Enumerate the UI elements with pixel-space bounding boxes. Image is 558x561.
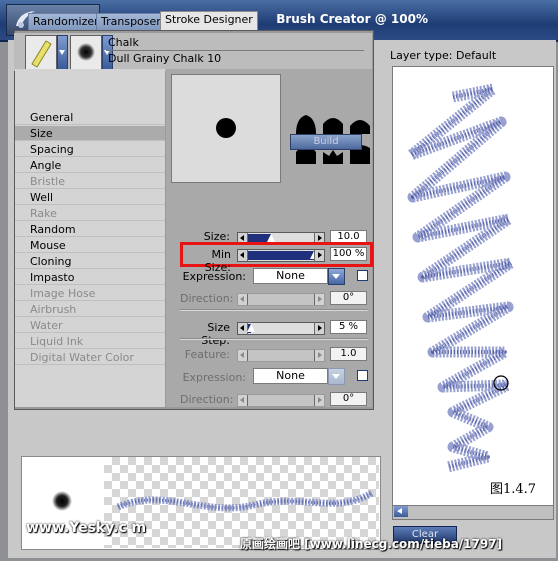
dab-item-liquid-ink[interactable]: Liquid Ink (15, 334, 165, 349)
size-step-label: Size Step: (201, 321, 230, 347)
size-step-slider[interactable] (237, 322, 325, 335)
dab-item-well[interactable]: Well (15, 190, 165, 205)
dab-item-impasto[interactable]: Impasto (15, 270, 165, 285)
direction-label: Direction: (180, 292, 234, 305)
slider-left-arrow-icon (238, 350, 248, 361)
dab-item-spacing[interactable]: Spacing (15, 142, 165, 157)
dab-item-angle[interactable]: Angle (15, 158, 165, 173)
feature-expression-label: Expression: (182, 371, 246, 384)
brush-category-dropdown[interactable] (57, 35, 68, 70)
watermark-left: www.Yesky.c m (26, 520, 147, 536)
slider-right-arrow-icon (314, 294, 324, 305)
feature-direction-value[interactable]: 0° (330, 392, 367, 406)
slider-left-arrow-icon (238, 294, 248, 305)
dab-item-image-hose[interactable]: Image Hose (15, 286, 165, 301)
dab-preview (171, 74, 281, 183)
dab-item-size[interactable]: Size (15, 126, 165, 141)
dab-dot (216, 118, 236, 138)
size-slider-thumb (267, 234, 275, 242)
dab-item-rake[interactable]: Rake (15, 206, 165, 221)
direction-value[interactable]: 0° (330, 291, 367, 305)
dab-shape-rounded (296, 115, 316, 134)
brush-category-button[interactable] (25, 35, 57, 70)
divider (180, 309, 368, 311)
dab-shape-dome (350, 120, 370, 134)
expression-invert-checkbox[interactable] (357, 270, 368, 281)
divider (106, 50, 364, 51)
layer-type-label: Layer type: Default (390, 49, 497, 62)
feature-expression-invert-checkbox[interactable] (357, 370, 368, 381)
feature-value[interactable]: 1.0 (330, 347, 367, 361)
feature-slider[interactable] (237, 349, 325, 362)
scroll-left-arrow-icon[interactable] (394, 506, 408, 517)
slider-left-arrow-icon (238, 250, 248, 261)
brush-variant-name: Dull Grainy Chalk 10 (108, 52, 222, 65)
dab-item-airbrush[interactable]: Airbrush (15, 302, 165, 317)
feature-expression-dropdown-button[interactable] (328, 368, 345, 385)
brush-category-name: Chalk (108, 36, 139, 49)
feature-direction-slider[interactable] (237, 394, 325, 407)
brush-variant-button[interactable] (70, 35, 102, 70)
slider-right-arrow-icon (314, 250, 324, 261)
tab-transposer[interactable]: Transposer (96, 13, 166, 31)
dab-item-digital-water-color[interactable]: Digital Water Color (15, 350, 165, 365)
min-size-slider[interactable] (237, 249, 325, 262)
expression-dropdown-button[interactable] (328, 268, 345, 285)
dab-preview-icon (77, 43, 95, 61)
dab-item-water[interactable]: Water (15, 318, 165, 333)
dab-item-mouse[interactable]: Mouse (15, 238, 165, 253)
tab-stroke-designer[interactable]: Stroke Designer (160, 11, 258, 31)
chalk-icon (31, 40, 52, 68)
min-size-value[interactable]: 100 % (330, 247, 367, 261)
canvas-scrollbar[interactable] (392, 505, 554, 520)
slider-right-arrow-icon (314, 323, 324, 334)
tab-randomizer[interactable]: Randomizer (28, 13, 104, 31)
watermark-right: 原画绘画吧 [www.linecg.com/tieba/1797] (240, 537, 503, 551)
feature-label: Feature: (184, 348, 230, 361)
size-step-value[interactable]: 5 % (330, 320, 367, 334)
dab-item-general[interactable]: General (15, 110, 165, 125)
dab-item-cloning[interactable]: Cloning (15, 254, 165, 269)
zigzag-stroke (405, 83, 517, 473)
dab-shape-pointed (323, 118, 343, 134)
slider-left-arrow-icon (238, 395, 248, 406)
feature-direction-label: Direction: (180, 393, 234, 406)
expression-dropdown[interactable]: None (253, 268, 328, 284)
dab-item-bristle[interactable]: Bristle (15, 174, 165, 189)
feature-expression-dropdown[interactable]: None (253, 368, 328, 384)
divider (180, 338, 368, 340)
expression-label: Expression: (182, 270, 246, 283)
size-step-slider-thumb (247, 324, 255, 332)
slider-right-arrow-icon (314, 350, 324, 361)
build-button[interactable]: Build (290, 134, 362, 150)
preview-canvas[interactable] (392, 66, 554, 508)
figure-caption: 图1.4.7 (490, 482, 537, 497)
direction-slider[interactable] (237, 293, 325, 306)
slider-right-arrow-icon (314, 395, 324, 406)
dab-item-random[interactable]: Random (15, 222, 165, 237)
min-size-slider-fill (248, 251, 314, 260)
dab-shape-notched (323, 150, 343, 164)
window-title: Brush Creator @ 100% (276, 12, 428, 26)
